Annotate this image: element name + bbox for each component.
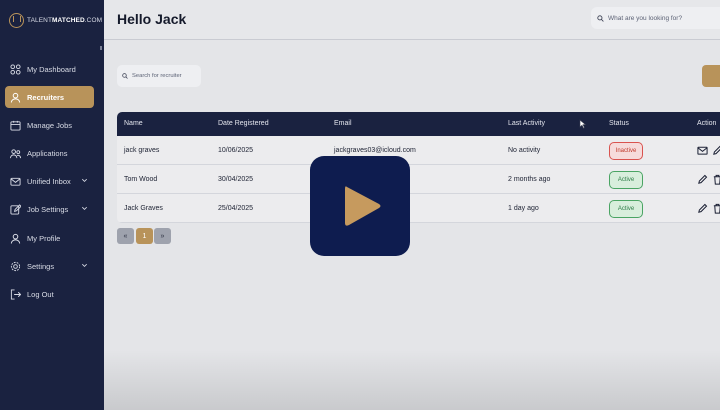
top-header: Hello Jack What are you looking for?	[104, 0, 720, 40]
sidebar-item-label: Recruiters	[27, 92, 65, 102]
edit-pencil-icon[interactable]	[697, 203, 708, 214]
brand-suffix: .COM	[84, 17, 103, 24]
pagination-next-button[interactable]: »	[154, 228, 171, 244]
sidebar: TALENTMATCHED.COM My Dashboard Recruiter…	[0, 0, 104, 410]
cell-name: jack graves	[124, 147, 160, 154]
sidebar-item-settings[interactable]: Settings	[5, 255, 94, 277]
mouse-cursor-icon	[579, 119, 587, 129]
status-badge: Active	[609, 200, 643, 218]
sidebar-item-label: Unified Inbox	[27, 176, 71, 186]
mail-icon[interactable]	[697, 145, 708, 156]
sidebar-item-recruiters[interactable]: Recruiters	[5, 86, 94, 108]
cell-date: 30/04/2025	[218, 176, 254, 183]
sidebar-item-dashboard[interactable]: My Dashboard	[5, 58, 94, 80]
sidebar-item-label: Settings	[27, 261, 55, 271]
cell-name: Tom Wood	[124, 176, 158, 183]
play-icon	[345, 186, 381, 226]
brand-logo[interactable]: TALENTMATCHED.COM	[9, 13, 102, 28]
logo-mark-icon	[9, 13, 24, 28]
users-icon	[10, 148, 21, 159]
column-header-name[interactable]: Name	[124, 120, 143, 127]
cell-last-activity: 1 day ago	[508, 205, 539, 212]
global-search-placeholder: What are you looking for?	[608, 14, 683, 22]
trash-icon[interactable]	[712, 174, 720, 185]
user-icon	[10, 233, 21, 244]
sidebar-item-label: My Profile	[27, 233, 61, 243]
status-badge: Active	[609, 171, 643, 189]
column-header-status[interactable]: Status	[609, 120, 629, 127]
table-header: Name Date Registered Email Last Activity…	[117, 112, 720, 136]
column-header-email[interactable]: Email	[334, 120, 352, 127]
status-badge: Inactive	[609, 142, 643, 160]
chevron-down-icon	[82, 263, 87, 267]
column-header-last-activity[interactable]: Last Activity	[508, 120, 545, 127]
cell-name: Jack Graves	[124, 205, 163, 212]
sidebar-item-label: Applications	[27, 148, 68, 158]
column-header-date[interactable]: Date Registered	[218, 120, 269, 127]
sidebar-item-label: Manage Jobs	[27, 120, 73, 130]
edit-icon	[10, 203, 21, 215]
recruiter-search-input[interactable]: Search for recruiter	[117, 65, 201, 87]
sidebar-item-label: My Dashboard	[27, 64, 76, 74]
pagination-prev-button[interactable]: «	[117, 228, 134, 244]
sidebar-item-my-profile[interactable]: My Profile	[5, 227, 94, 249]
trash-icon[interactable]	[712, 203, 720, 214]
sidebar-item-label: Job Settings	[27, 204, 69, 214]
edit-pencil-icon[interactable]	[697, 174, 708, 185]
sidebar-item-label: Log Out	[27, 289, 54, 299]
chevron-down-icon	[82, 206, 87, 210]
bottom-fade	[104, 350, 720, 410]
cell-date: 25/04/2025	[218, 205, 254, 212]
dashboard-grid-icon	[10, 63, 21, 75]
sidebar-item-job-settings[interactable]: Job Settings	[5, 198, 94, 220]
mail-icon	[10, 176, 21, 187]
cell-last-activity: 2 months ago	[508, 176, 551, 183]
add-recruiter-button[interactable]	[702, 65, 720, 87]
calendar-icon	[10, 120, 21, 131]
video-play-button[interactable]	[310, 156, 410, 256]
cell-last-activity: No activity	[508, 147, 541, 154]
sidebar-item-log-out[interactable]: Log Out	[5, 283, 94, 305]
page-title: Hello Jack	[117, 11, 187, 27]
pagination-page-button[interactable]: 1	[136, 228, 153, 244]
column-header-action: Action	[697, 120, 717, 127]
table-row[interactable]: Tom Wood 30/04/2025 2 months ago Active	[117, 165, 720, 194]
recruiters-table: Name Date Registered Email Last Activity…	[117, 112, 720, 223]
global-search-input[interactable]: What are you looking for?	[591, 7, 720, 29]
user-icon	[10, 92, 21, 103]
sidebar-item-manage-jobs[interactable]: Manage Jobs	[5, 114, 94, 136]
gear-icon	[10, 261, 21, 272]
recruiter-search-placeholder: Search for recruiter	[132, 73, 182, 79]
edit-pencil-icon[interactable]	[712, 145, 720, 156]
chevron-down-icon	[82, 178, 87, 182]
logout-icon	[10, 288, 21, 300]
table-row[interactable]: jack graves 10/06/2025 jackgraves03@iclo…	[117, 136, 720, 165]
cell-email: jackgraves03@icloud.com	[334, 147, 416, 154]
sidebar-item-unified-inbox[interactable]: Unified Inbox	[5, 170, 94, 192]
brand-name: MATCHED	[52, 17, 85, 24]
search-icon	[122, 73, 128, 79]
sidebar-collapse-handle[interactable]	[100, 46, 102, 50]
cell-date: 10/06/2025	[218, 147, 254, 154]
brand-prefix: TALENT	[27, 17, 53, 24]
sidebar-item-applications[interactable]: Applications	[5, 142, 94, 164]
search-icon	[597, 14, 604, 22]
table-row[interactable]: Jack Graves 25/04/2025 1 day ago Active	[117, 194, 720, 223]
